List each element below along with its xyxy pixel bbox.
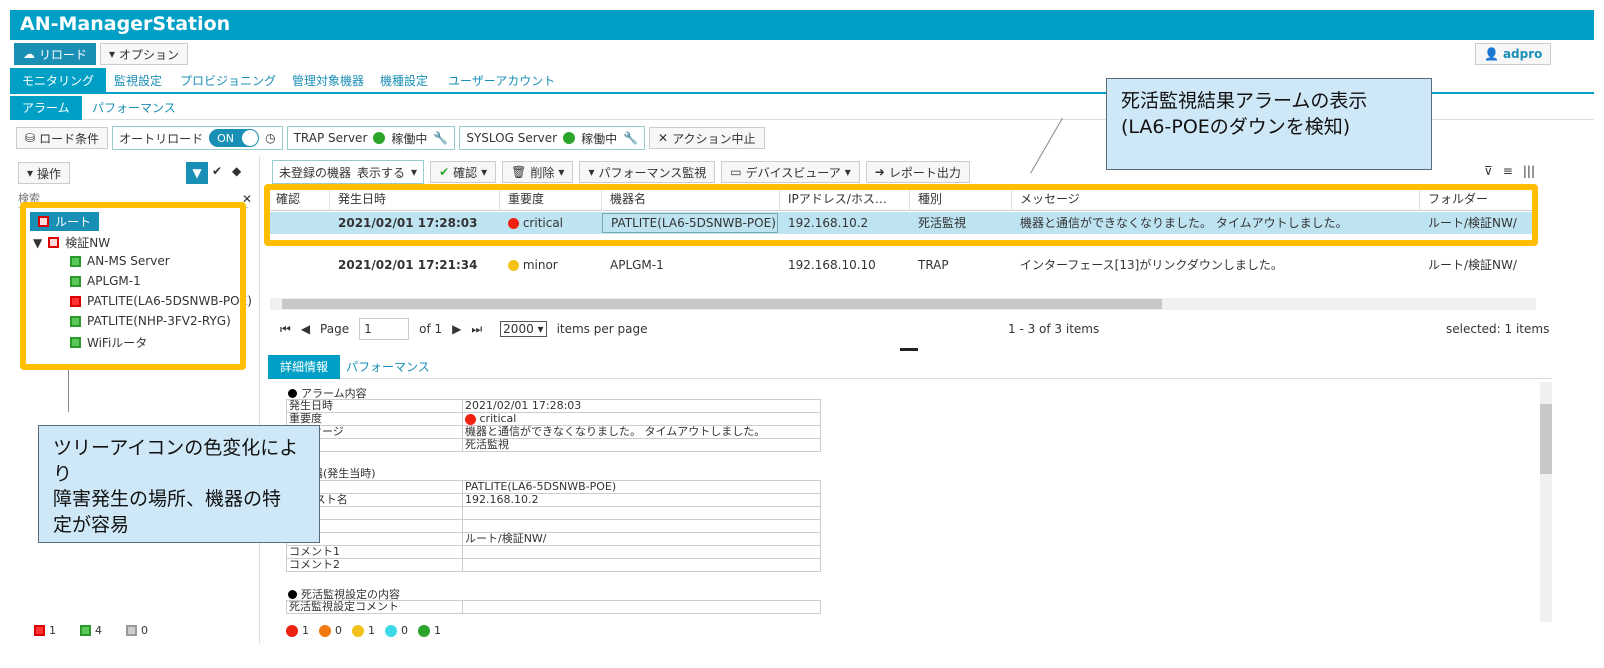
last-page-icon[interactable]: ⏭ <box>471 322 482 337</box>
close-icon: ✕ <box>658 131 669 145</box>
horizontal-scrollbar[interactable] <box>270 298 1536 310</box>
chevron-down-icon: ▾ <box>558 165 565 179</box>
wrench-icon[interactable]: 🔧 <box>433 131 448 145</box>
auto-reload-toggle[interactable]: ON <box>209 129 260 147</box>
alarm-detail-table: 発生日時2021/02/01 17:28:03 重要度 critical メッセ… <box>286 399 821 452</box>
trash-icon: 🗑 <box>511 165 527 179</box>
page-input[interactable]: 1 <box>359 318 410 340</box>
reload-button[interactable]: ☁ リロード <box>14 43 97 65</box>
tab-model-settings[interactable]: 機種設定 <box>368 68 440 94</box>
user-button[interactable]: 👤 adpro <box>1475 43 1552 65</box>
load-condition-button[interactable]: ⛁ ロード条件 <box>16 127 109 149</box>
prev-page-icon[interactable]: ◀ <box>301 322 310 336</box>
report-icon: ➜ <box>874 165 885 179</box>
performance-monitor-button[interactable]: ▾ パフォーマンス監視 <box>579 161 716 183</box>
tab-monitor-settings[interactable]: 監視設定 <box>102 68 174 94</box>
major-icon <box>319 624 331 637</box>
running-status-icon <box>563 132 576 144</box>
eraser-icon[interactable]: ◆ <box>232 164 241 178</box>
tab-detail-performance[interactable]: パフォーマンス <box>334 355 442 379</box>
chevron-down-icon: ▾ <box>588 165 595 179</box>
options-button[interactable]: ▾ オプション <box>100 43 189 65</box>
confirm-button[interactable]: ✔ 確認 ▾ <box>430 161 497 183</box>
tab-monitoring[interactable]: モニタリング <box>10 68 107 94</box>
pager-range: 1 - 3 of 3 items <box>1008 322 1100 336</box>
unregistered-filter[interactable]: 未登録の機器 表示する ▾ <box>272 160 425 184</box>
delete-button[interactable]: 🗑 削除 ▾ <box>502 161 574 183</box>
operations-button[interactable]: ▾ 操作 <box>18 162 71 184</box>
cloud-icon: ☁ <box>23 47 35 61</box>
critical-icon <box>286 624 298 637</box>
database-icon: ⛁ <box>25 131 36 145</box>
app-title: AN-ManagerStation <box>10 10 1594 40</box>
minor-icon <box>352 624 364 637</box>
pager: ⏮ ◀ Page 1 of 1 ▶ ⏭ 2000 ▾ items per page <box>280 318 647 340</box>
severity-status-bar: 1 0 1 0 1 <box>286 624 451 637</box>
normal-icon <box>418 624 430 637</box>
table-row[interactable]: 2021/02/01 17:21:34 minor APLGM-1 192.16… <box>268 254 1536 276</box>
tab-provisioning[interactable]: プロビジョニング <box>168 68 288 94</box>
tab-alarm[interactable]: アラーム <box>10 96 82 120</box>
tab-managed-devices[interactable]: 管理対象機器 <box>280 68 376 94</box>
device-viewer-button[interactable]: ▭ デバイスビューア ▾ <box>721 161 860 183</box>
filter-clear-icon[interactable]: ⊽ <box>1484 164 1493 178</box>
tab-performance[interactable]: パフォーマンス <box>80 96 188 120</box>
clock-icon[interactable]: ◷ <box>265 131 275 145</box>
minor-icon <box>508 260 519 271</box>
normal-count-icon <box>80 625 91 636</box>
unknown-count-icon <box>126 625 137 636</box>
tab-user-accounts[interactable]: ユーザーアカウント <box>436 68 567 94</box>
filter-icon[interactable]: ▼ <box>186 162 208 184</box>
check-all-icon[interactable]: ✔ <box>212 164 222 178</box>
chevron-down-icon: ▾ <box>481 165 488 179</box>
tree-status-bar: 1 4 0 <box>34 624 158 637</box>
columns-icon[interactable]: ||| <box>1523 164 1535 178</box>
first-page-icon[interactable]: ⏮ <box>280 322 291 337</box>
syslog-server-status: SYSLOG Server 稼働中 🔧 <box>459 126 646 150</box>
callout-tree: ツリーアイコンの色変化により 障害発生の場所、機器の特 定が容易 <box>38 425 320 543</box>
sort-clear-icon[interactable]: ≡ <box>1503 164 1513 178</box>
user-icon: 👤 <box>1484 47 1499 61</box>
running-status-icon <box>373 132 386 144</box>
report-button[interactable]: ➜ レポート出力 <box>865 161 970 183</box>
next-page-icon[interactable]: ▶ <box>452 322 461 336</box>
ping-detail-table: 死活監視設定コメント <box>286 600 821 614</box>
bullet-icon <box>288 589 297 599</box>
auto-reload-field: オートリロード ON ◷ <box>112 126 283 150</box>
monitor-icon: ▭ <box>730 165 742 179</box>
highlight-tree-box <box>20 202 246 370</box>
tab-detail[interactable]: 詳細情報 <box>268 355 341 379</box>
chevron-down-icon: ▾ <box>27 166 34 180</box>
page-size-select[interactable]: 2000 ▾ <box>500 321 547 337</box>
action-stop-button[interactable]: ✕ アクション中止 <box>649 127 765 149</box>
bullet-icon <box>288 388 297 398</box>
critical-icon <box>465 413 476 425</box>
detail-scrollbar[interactable] <box>1540 382 1552 622</box>
callout-leader <box>68 370 69 412</box>
chevron-down-icon: ▾ <box>109 47 116 61</box>
callout-leader <box>1030 117 1063 174</box>
highlight-alarm-box <box>264 184 1538 246</box>
chevron-down-icon: ▾ <box>844 165 851 179</box>
trap-server-status: TRAP Server 稼働中 🔧 <box>286 126 456 150</box>
splitter-handle[interactable] <box>900 348 918 351</box>
info-icon <box>385 624 397 637</box>
callout-alarm: 死活監視結果アラームの表示 (LA6-POEのダウンを検知) <box>1106 78 1432 170</box>
chevron-down-icon: ▾ <box>411 165 418 179</box>
device-detail-table: PATLITE(LA6-5DSNWB-POE) ス/ホスト名192.168.10… <box>286 480 821 572</box>
pager-selected: selected: 1 items <box>1446 322 1550 336</box>
wrench-icon[interactable]: 🔧 <box>623 131 638 145</box>
critical-count-icon <box>34 625 45 636</box>
check-circle-icon: ✔ <box>439 165 450 179</box>
